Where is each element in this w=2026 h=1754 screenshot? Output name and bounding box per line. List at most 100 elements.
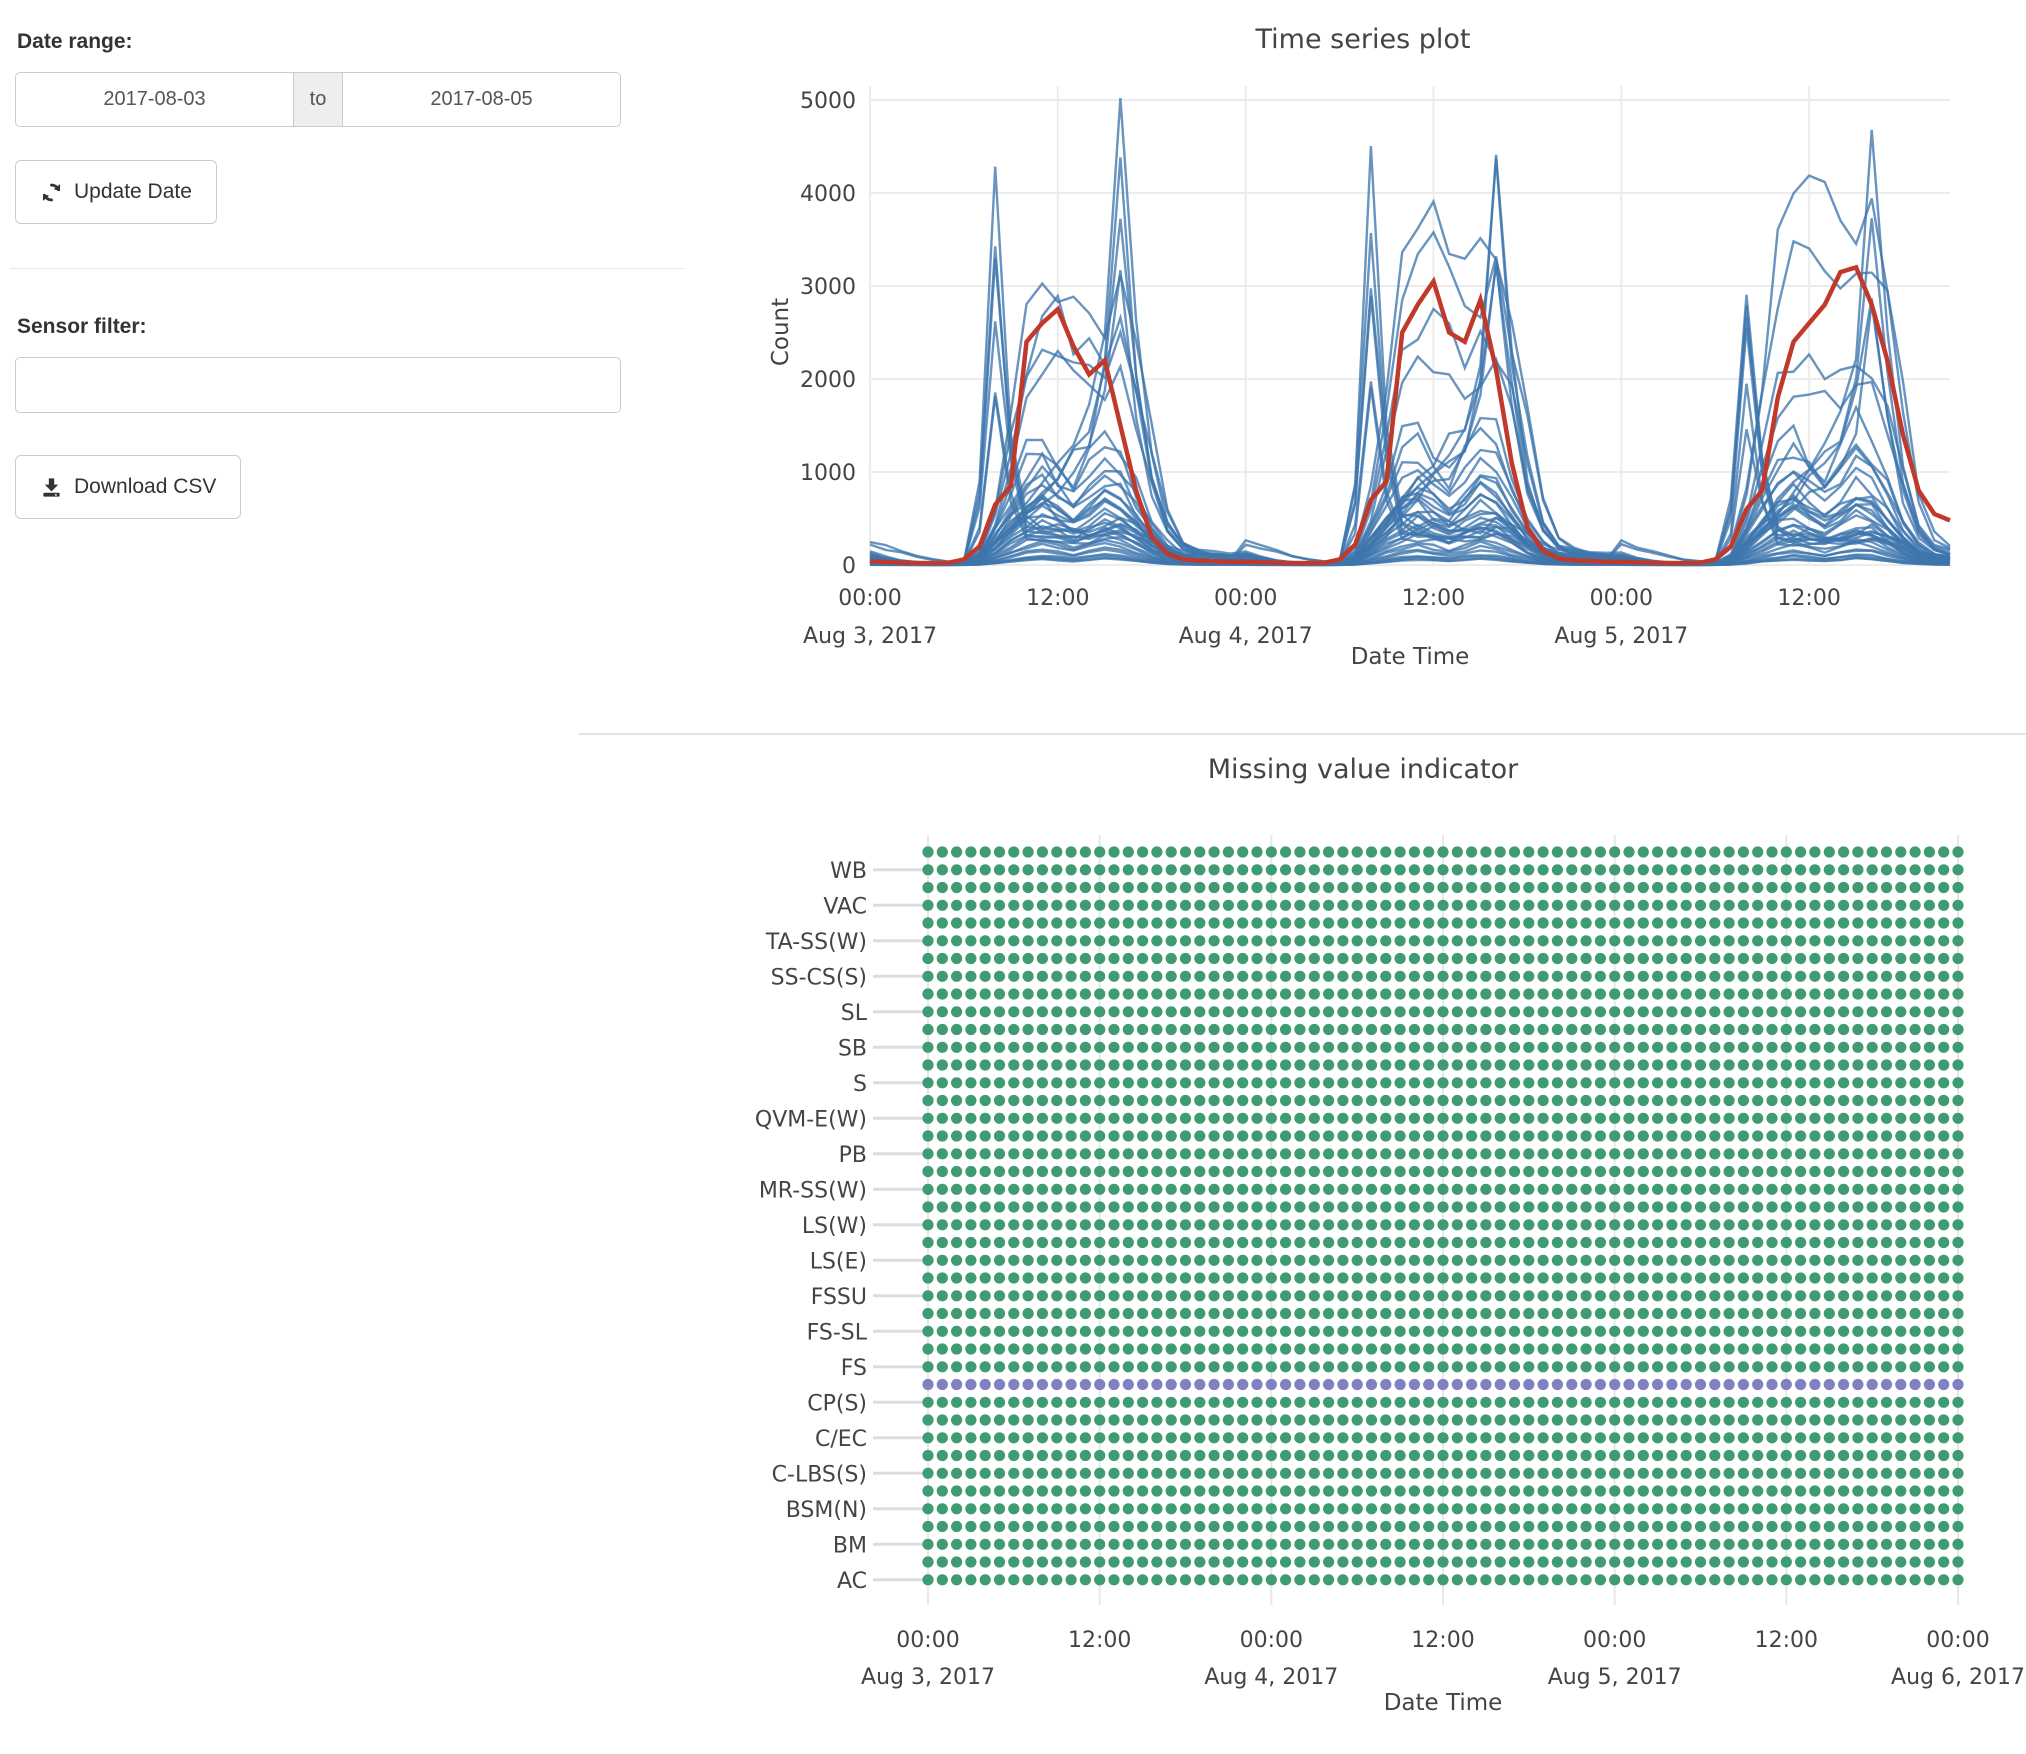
value-present-dot [1638, 1237, 1649, 1248]
update-date-button[interactable]: Update Date [15, 160, 217, 224]
value-present-dot [1538, 1539, 1549, 1550]
x-tick-time-label: 00:00 [896, 1628, 959, 1653]
value-present-dot [1581, 1130, 1592, 1141]
value-present-dot [1037, 971, 1048, 982]
value-present-dot [1566, 1574, 1577, 1585]
value-missing-dot [1452, 1379, 1463, 1390]
value-missing-dot [980, 1379, 991, 1390]
value-present-dot [1094, 935, 1105, 946]
value-present-dot [1652, 1361, 1663, 1372]
value-present-dot [1595, 1219, 1606, 1230]
value-present-dot [1609, 1148, 1620, 1159]
missing-value-chart[interactable]: Missing value indicator00:00Aug 3, 20171… [700, 740, 2026, 1754]
value-present-dot [1838, 1201, 1849, 1212]
value-present-dot [1724, 971, 1735, 982]
value-present-dot [1480, 1432, 1491, 1443]
date-from-input[interactable] [15, 72, 294, 127]
value-present-dot [1938, 1006, 1949, 1017]
value-present-dot [1008, 1343, 1019, 1354]
value-present-dot [1280, 1130, 1291, 1141]
value-present-dot [1323, 1361, 1334, 1372]
value-present-dot [1352, 1006, 1363, 1017]
value-present-dot [1552, 1130, 1563, 1141]
value-present-dot [1638, 988, 1649, 999]
value-present-dot [1781, 1468, 1792, 1479]
value-present-dot [1709, 1095, 1720, 1106]
time-series-chart[interactable]: 01000200030004000500000:00Aug 3, 201712:… [700, 0, 2026, 715]
value-present-dot [1437, 1574, 1448, 1585]
value-present-dot [994, 1255, 1005, 1266]
value-present-dot [1037, 1077, 1048, 1088]
value-present-dot [922, 1042, 933, 1053]
value-present-dot [1638, 1574, 1649, 1585]
value-present-dot [1795, 1237, 1806, 1248]
value-present-dot [1881, 846, 1892, 857]
value-present-dot [1194, 1059, 1205, 1070]
value-present-dot [1867, 1343, 1878, 1354]
value-present-dot [1666, 1255, 1677, 1266]
value-present-dot [1852, 1166, 1863, 1177]
value-present-dot [937, 1130, 948, 1141]
date-to-input[interactable] [342, 72, 621, 127]
value-missing-dot [1852, 1379, 1863, 1390]
value-present-dot [1209, 1326, 1220, 1337]
value-present-dot [922, 1255, 933, 1266]
value-present-dot [1194, 1255, 1205, 1266]
value-present-dot [1480, 1272, 1491, 1283]
value-present-dot [1409, 1397, 1420, 1408]
value-present-dot [1695, 846, 1706, 857]
value-present-dot [1209, 1503, 1220, 1514]
value-present-dot [1924, 1397, 1935, 1408]
value-present-dot [1466, 1184, 1477, 1195]
y-tick-label: 1000 [800, 461, 856, 486]
value-present-dot [1781, 1574, 1792, 1585]
value-present-dot [1466, 988, 1477, 999]
value-present-dot [1337, 1432, 1348, 1443]
value-present-dot [1609, 1130, 1620, 1141]
value-present-dot [1051, 988, 1062, 999]
value-present-dot [1609, 1237, 1620, 1248]
value-present-dot [1080, 1414, 1091, 1425]
value-present-dot [1452, 846, 1463, 857]
value-present-dot [1910, 1059, 1921, 1070]
value-present-dot [1495, 1201, 1506, 1212]
value-present-dot [1480, 1539, 1491, 1550]
value-present-dot [1795, 1255, 1806, 1266]
value-present-dot [994, 1219, 1005, 1230]
value-present-dot [980, 1468, 991, 1479]
value-present-dot [1180, 988, 1191, 999]
value-present-dot [1709, 1272, 1720, 1283]
value-present-dot [1566, 1255, 1577, 1266]
value-present-dot [1423, 1343, 1434, 1354]
value-present-dot [1695, 971, 1706, 982]
value-present-dot [994, 1414, 1005, 1425]
value-present-dot [1409, 1556, 1420, 1567]
value-present-dot [1681, 1414, 1692, 1425]
value-present-dot [1838, 1343, 1849, 1354]
value-present-dot [1037, 1326, 1048, 1337]
value-present-dot [1223, 1361, 1234, 1372]
value-present-dot [1008, 1006, 1019, 1017]
value-present-dot [1066, 900, 1077, 911]
value-present-dot [1766, 1166, 1777, 1177]
value-present-dot [1752, 971, 1763, 982]
value-present-dot [1123, 1272, 1134, 1283]
sensor-filter-input[interactable] [15, 357, 621, 413]
download-csv-button[interactable]: Download CSV [15, 455, 241, 519]
value-present-dot [1380, 1485, 1391, 1496]
value-present-dot [1881, 1255, 1892, 1266]
value-present-dot [1781, 1361, 1792, 1372]
value-present-dot [1237, 1059, 1248, 1070]
value-present-dot [1151, 900, 1162, 911]
value-present-dot [1910, 1556, 1921, 1567]
value-present-dot [1437, 1201, 1448, 1212]
value-present-dot [1166, 1343, 1177, 1354]
value-present-dot [980, 1166, 991, 1177]
value-present-dot [1824, 1343, 1835, 1354]
value-present-dot [980, 1290, 991, 1301]
value-present-dot [1924, 1343, 1935, 1354]
value-present-dot [1495, 1006, 1506, 1017]
value-present-dot [1123, 1059, 1134, 1070]
value-present-dot [1724, 1361, 1735, 1372]
chart-title: Time series plot [1255, 24, 1471, 55]
